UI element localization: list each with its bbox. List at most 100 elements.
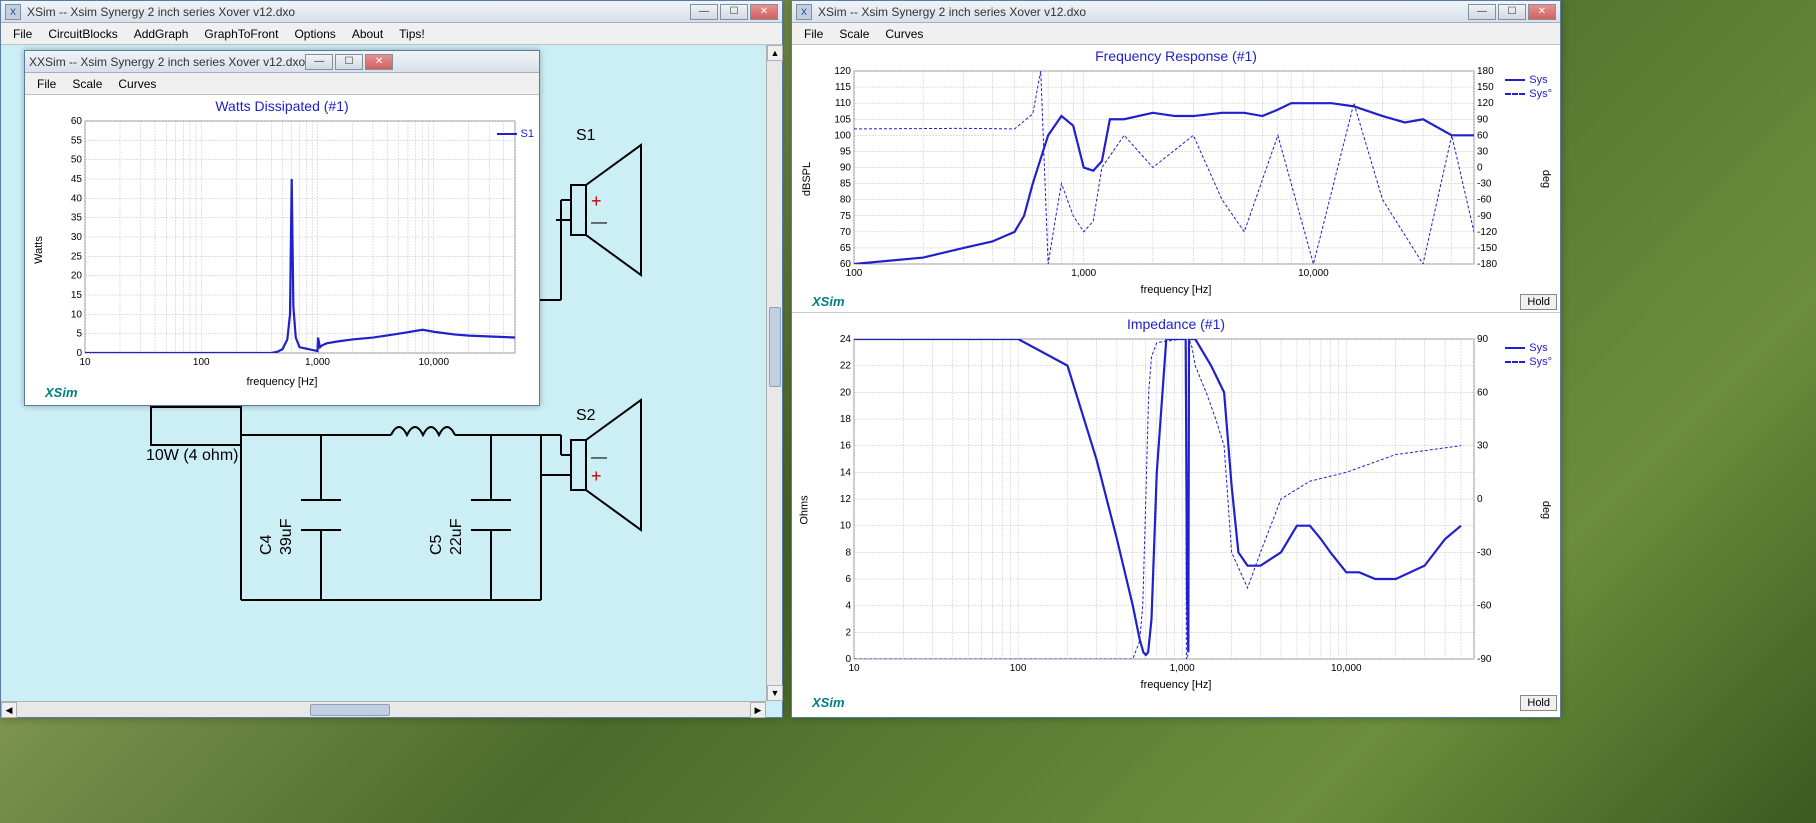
svg-text:4: 4 xyxy=(845,601,851,612)
svg-text:—: — xyxy=(591,214,607,231)
svg-text:120: 120 xyxy=(1477,98,1494,109)
svg-text:-60: -60 xyxy=(1477,195,1492,206)
svg-text:90: 90 xyxy=(840,163,852,174)
svg-text:100: 100 xyxy=(834,130,851,141)
svg-text:100: 100 xyxy=(193,357,210,368)
menu-options[interactable]: Options xyxy=(286,25,343,43)
menu-file[interactable]: File xyxy=(5,25,40,43)
svg-text:0: 0 xyxy=(1477,163,1483,174)
y2-axis-label: deg xyxy=(1540,169,1552,187)
scrollbar-vertical[interactable]: ▲ ▼ xyxy=(766,45,782,701)
menu-file[interactable]: File xyxy=(796,25,831,43)
svg-text:10: 10 xyxy=(840,521,852,532)
svg-text:105: 105 xyxy=(834,114,851,125)
watts-window: X XSim -- Xsim Synergy 2 inch series Xov… xyxy=(24,50,540,406)
svg-text:10: 10 xyxy=(71,309,83,320)
watts-title: XSim -- Xsim Synergy 2 inch series Xover… xyxy=(37,55,305,69)
freq-chart: Frequency Response (#1) dBSPL deg 1001,0… xyxy=(792,45,1560,313)
svg-text:-90: -90 xyxy=(1477,654,1492,665)
svg-text:-150: -150 xyxy=(1477,243,1497,254)
menu-circuitblocks[interactable]: CircuitBlocks xyxy=(40,25,125,43)
svg-text:10,000: 10,000 xyxy=(418,357,449,368)
svg-text:60: 60 xyxy=(71,116,83,127)
svg-text:20: 20 xyxy=(71,271,83,282)
svg-text:85: 85 xyxy=(840,179,852,190)
chart-title: Watts Dissipated (#1) xyxy=(25,95,539,114)
xsim-brand: XSim xyxy=(812,695,845,710)
hold-button[interactable]: Hold xyxy=(1520,695,1557,711)
y2-axis-label: deg xyxy=(1540,501,1552,519)
svg-text:8: 8 xyxy=(845,547,851,558)
scroll-thumb-v[interactable] xyxy=(769,307,781,387)
svg-text:25: 25 xyxy=(71,251,83,262)
chart-title: Frequency Response (#1) xyxy=(792,45,1560,64)
svg-text:-120: -120 xyxy=(1477,227,1497,238)
svg-text:75: 75 xyxy=(840,211,852,222)
svg-text:10,000: 10,000 xyxy=(1298,268,1329,279)
impedance-chart: Impedance (#1) Ohms deg 101001,00010,000… xyxy=(792,313,1560,713)
menu-graphtofront[interactable]: GraphToFront xyxy=(196,25,286,43)
menu-addgraph[interactable]: AddGraph xyxy=(126,25,197,43)
svg-text:60: 60 xyxy=(840,259,852,270)
close-button[interactable]: ✕ xyxy=(1528,4,1556,20)
svg-text:80: 80 xyxy=(840,195,852,206)
scrollbar-horizontal[interactable]: ◀ ▶ xyxy=(1,701,766,717)
svg-text:22uF: 22uF xyxy=(448,518,465,555)
y-axis-label: Watts xyxy=(33,236,45,264)
svg-text:50: 50 xyxy=(71,155,83,166)
maximize-button[interactable]: ☐ xyxy=(335,54,363,70)
main-titlebar[interactable]: X XSim -- Xsim Synergy 2 inch series Xov… xyxy=(1,1,782,23)
svg-text:0: 0 xyxy=(1477,494,1483,505)
scroll-right-icon[interactable]: ▶ xyxy=(750,702,766,718)
main-menubar: File CircuitBlocks AddGraph GraphToFront… xyxy=(1,23,782,45)
right-title: XSim -- Xsim Synergy 2 inch series Xover… xyxy=(818,5,1468,19)
menu-curves[interactable]: Curves xyxy=(877,25,931,43)
svg-text:60: 60 xyxy=(1477,387,1489,398)
menu-scale[interactable]: Scale xyxy=(64,75,110,93)
maximize-button[interactable]: ☐ xyxy=(1498,4,1526,20)
svg-text:90: 90 xyxy=(1477,334,1489,345)
maximize-button[interactable]: ☐ xyxy=(720,4,748,20)
minimize-button[interactable]: — xyxy=(690,4,718,20)
legend-sys: Sys xyxy=(1505,342,1552,354)
scroll-down-icon[interactable]: ▼ xyxy=(767,685,783,701)
hold-button[interactable]: Hold xyxy=(1520,294,1557,310)
svg-text:110: 110 xyxy=(835,98,851,109)
app-icon: X xyxy=(29,55,37,69)
svg-text:10,000: 10,000 xyxy=(1331,663,1362,674)
svg-text:C4: C4 xyxy=(258,534,275,555)
legend-sys: Sys xyxy=(1505,74,1552,86)
right-titlebar[interactable]: X XSim -- Xsim Synergy 2 inch series Xov… xyxy=(792,1,1560,23)
svg-text:-90: -90 xyxy=(1477,211,1492,222)
close-button[interactable]: ✕ xyxy=(365,54,393,70)
svg-text:180: 180 xyxy=(1477,66,1494,77)
scroll-up-icon[interactable]: ▲ xyxy=(767,45,783,61)
svg-text:15: 15 xyxy=(71,290,83,301)
main-title: XSim -- Xsim Synergy 2 inch series Xover… xyxy=(27,5,690,19)
svg-text:0: 0 xyxy=(76,348,82,359)
menu-file[interactable]: File xyxy=(29,75,64,93)
close-button[interactable]: ✕ xyxy=(750,4,778,20)
svg-text:14: 14 xyxy=(840,467,852,478)
svg-text:12: 12 xyxy=(840,494,852,505)
menu-scale[interactable]: Scale xyxy=(831,25,877,43)
minimize-button[interactable]: — xyxy=(1468,4,1496,20)
scroll-thumb-h[interactable] xyxy=(310,704,390,716)
svg-text:40: 40 xyxy=(71,193,83,204)
y-axis-label: Ohms xyxy=(799,495,811,524)
minimize-button[interactable]: — xyxy=(305,54,333,70)
menu-tips[interactable]: Tips! xyxy=(391,25,433,43)
watts-titlebar[interactable]: X XSim -- Xsim Synergy 2 inch series Xov… xyxy=(25,51,539,73)
menu-about[interactable]: About xyxy=(344,25,391,43)
svg-text:1,000: 1,000 xyxy=(1071,268,1096,279)
svg-text:6: 6 xyxy=(845,574,851,585)
svg-text:-180: -180 xyxy=(1477,259,1497,270)
menu-curves[interactable]: Curves xyxy=(110,75,164,93)
svg-text:30: 30 xyxy=(1477,441,1489,452)
scroll-left-icon[interactable]: ◀ xyxy=(1,702,17,718)
right-menubar: File Scale Curves xyxy=(792,23,1560,45)
svg-text:+: + xyxy=(591,191,602,211)
svg-text:+: + xyxy=(591,466,602,486)
svg-text:150: 150 xyxy=(1477,82,1494,93)
xsim-brand: XSim xyxy=(812,294,845,309)
